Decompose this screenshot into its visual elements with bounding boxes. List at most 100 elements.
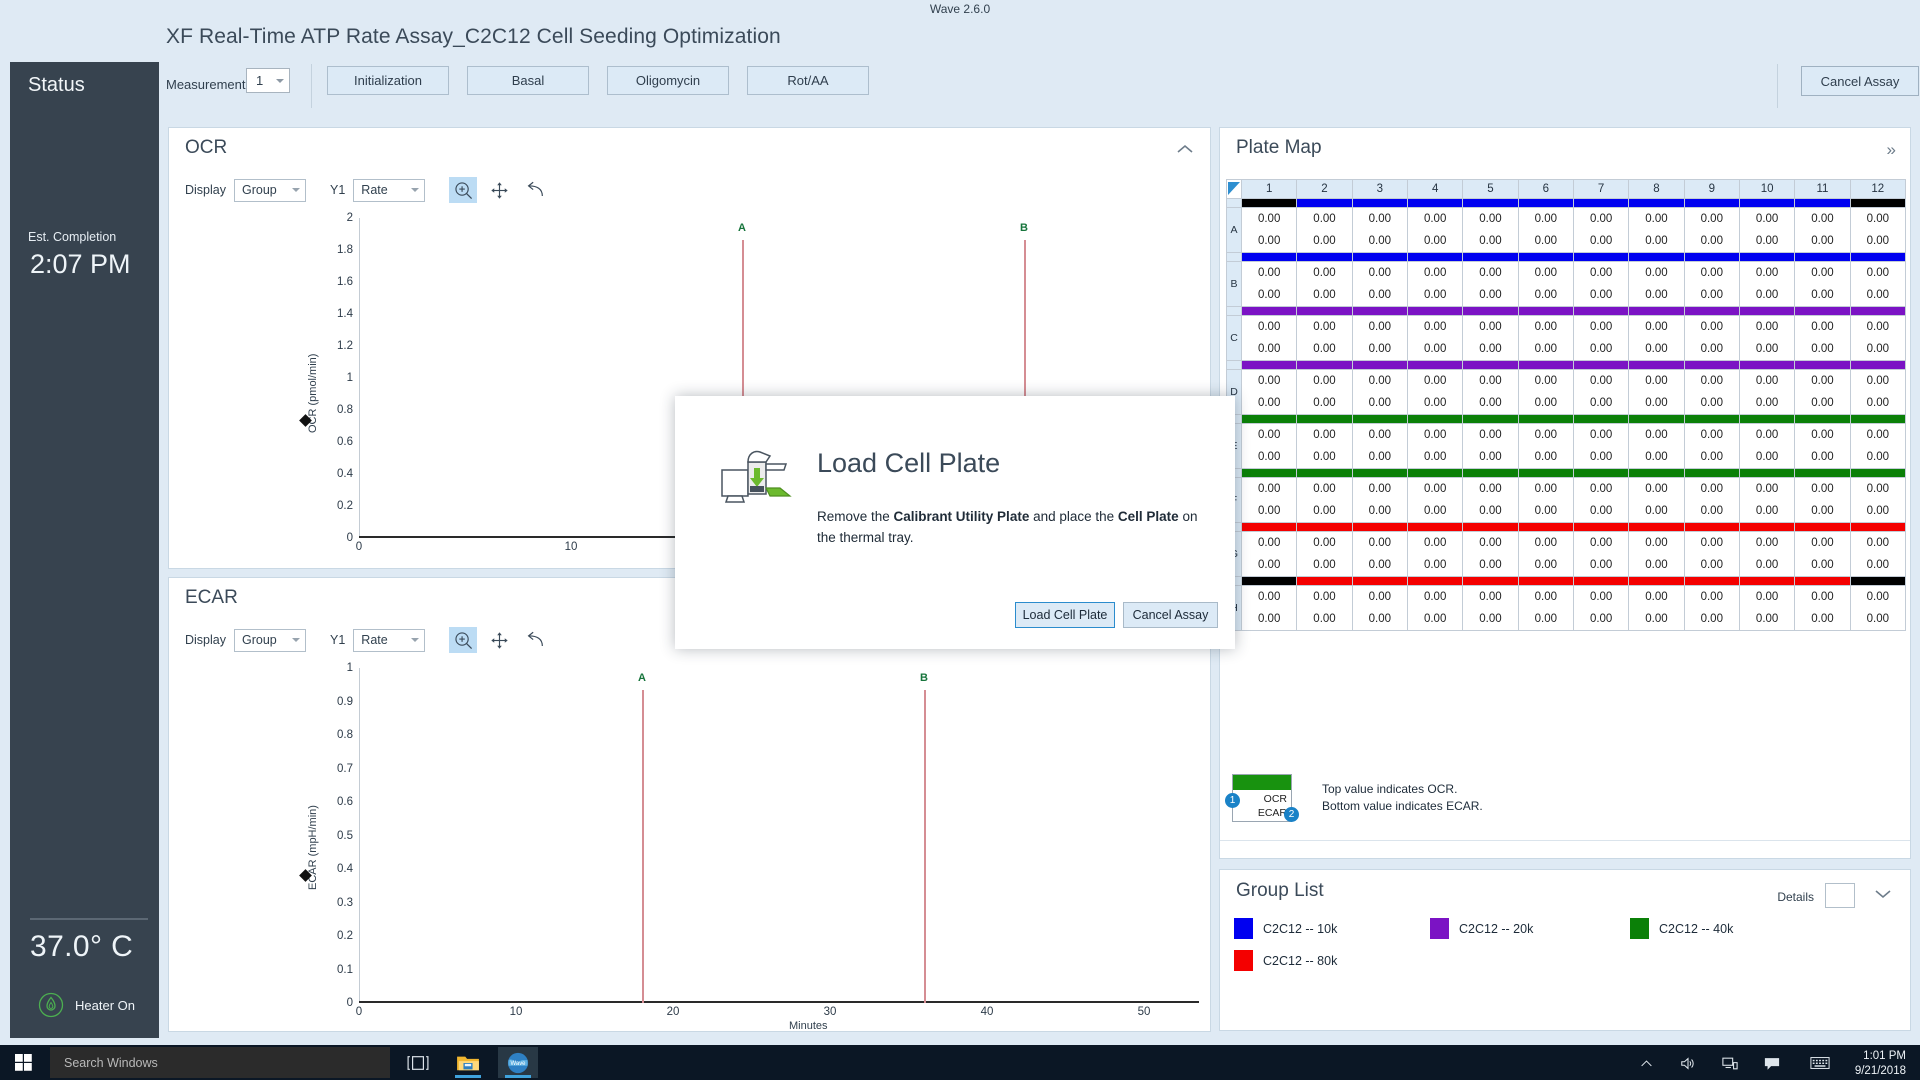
plate-map-well-ecar-value[interactable]: 0.00 (1240, 500, 1298, 523)
plate-map-well-band[interactable] (1738, 198, 1796, 208)
plate-map-well-band[interactable] (1738, 252, 1796, 262)
plate-map-well-ecar-value[interactable]: 0.00 (1462, 500, 1519, 523)
plate-map-well-band[interactable] (1794, 252, 1851, 262)
plate-map-well-ocr-value[interactable]: 0.00 (1572, 315, 1630, 338)
plate-map-well-ocr-value[interactable]: 0.00 (1572, 531, 1630, 554)
plate-map-well-ecar-value[interactable]: 0.00 (1849, 608, 1907, 631)
plate-map-well-band[interactable] (1517, 414, 1574, 424)
plate-map-well-ecar-value[interactable]: 0.00 (1517, 392, 1574, 415)
plate-map-well-band[interactable] (1794, 522, 1851, 532)
plate-map-well-ecar-value[interactable]: 0.00 (1517, 554, 1574, 577)
plate-map-well-ecar-value[interactable]: 0.00 (1296, 446, 1353, 469)
plate-map-well-band[interactable] (1794, 360, 1851, 370)
ocr-display-select[interactable]: Group (234, 178, 306, 202)
chevron-up-icon[interactable] (1174, 140, 1196, 160)
plate-map-well-ocr-value[interactable]: 0.00 (1406, 531, 1464, 554)
plate-map-well-ecar-value[interactable]: 0.00 (1794, 338, 1851, 361)
plate-map-well-ecar-value[interactable]: 0.00 (1240, 554, 1298, 577)
plate-map-well-ocr-value[interactable]: 0.00 (1462, 369, 1519, 392)
plate-map-well-ecar-value[interactable]: 0.00 (1738, 284, 1796, 307)
plate-map-well-band[interactable] (1738, 306, 1796, 316)
plate-map-well-ocr-value[interactable]: 0.00 (1462, 261, 1519, 284)
plate-map-well-ocr-value[interactable]: 0.00 (1240, 315, 1298, 338)
plate-map-well-band[interactable] (1517, 522, 1574, 532)
plate-map-well-band[interactable] (1517, 576, 1574, 586)
plate-map-well-ecar-value[interactable]: 0.00 (1738, 608, 1796, 631)
plate-map-well-band[interactable] (1406, 576, 1464, 586)
plate-map-well-band[interactable] (1683, 576, 1740, 586)
pan-icon[interactable] (485, 627, 513, 653)
plate-map-well-ocr-value[interactable]: 0.00 (1240, 369, 1298, 392)
plate-map-well-ocr-value[interactable]: 0.00 (1572, 207, 1630, 230)
plate-map-well-ecar-value[interactable]: 0.00 (1351, 500, 1408, 523)
plate-map-well-band[interactable] (1683, 198, 1740, 208)
plate-map-well-ecar-value[interactable]: 0.00 (1849, 446, 1907, 469)
plate-map-well-ecar-value[interactable]: 0.00 (1572, 608, 1630, 631)
plate-map-well-ocr-value[interactable]: 0.00 (1794, 477, 1851, 500)
pan-icon[interactable] (485, 177, 513, 203)
plate-map-well-ecar-value[interactable]: 0.00 (1296, 284, 1353, 307)
plate-map-well-band[interactable] (1628, 522, 1685, 532)
plate-map-well-ocr-value[interactable]: 0.00 (1849, 207, 1907, 230)
plate-map-well-ecar-value[interactable]: 0.00 (1572, 500, 1630, 523)
plate-map-well-ecar-value[interactable]: 0.00 (1296, 230, 1353, 253)
plate-map-well-ecar-value[interactable]: 0.00 (1406, 230, 1464, 253)
plate-map-well-ecar-value[interactable]: 0.00 (1794, 500, 1851, 523)
plate-map-well-ocr-value[interactable]: 0.00 (1628, 315, 1685, 338)
plate-map-well-ecar-value[interactable]: 0.00 (1683, 446, 1740, 469)
ecar-plot-area[interactable]: ECAR (mpH/min) Minutes 1 0.9 0.8 0.7 0.6… (299, 662, 1199, 1032)
plate-map-well-ocr-value[interactable]: 0.00 (1406, 315, 1464, 338)
plate-map-well-ecar-value[interactable]: 0.00 (1683, 608, 1740, 631)
chevron-down-icon[interactable] (1872, 883, 1894, 905)
plate-map-well-ecar-value[interactable]: 0.00 (1296, 392, 1353, 415)
plate-map-well-ecar-value[interactable]: 0.00 (1572, 284, 1630, 307)
dialog-cancel-assay-button[interactable]: Cancel Assay (1123, 602, 1218, 628)
plate-map-well-band[interactable] (1351, 468, 1408, 478)
plate-map-well-ocr-value[interactable]: 0.00 (1683, 585, 1740, 608)
plate-map-well-band[interactable] (1462, 252, 1519, 262)
plate-map-well-band[interactable] (1683, 468, 1740, 478)
plate-map-well-ecar-value[interactable]: 0.00 (1240, 338, 1298, 361)
plate-map-well-ocr-value[interactable]: 0.00 (1406, 477, 1464, 500)
plate-map-well-band[interactable] (1849, 360, 1907, 370)
plate-map-well-ocr-value[interactable]: 0.00 (1738, 315, 1796, 338)
plate-map-well-ecar-value[interactable]: 0.00 (1517, 284, 1574, 307)
plate-map-well-band[interactable] (1794, 198, 1851, 208)
plate-map-well-ecar-value[interactable]: 0.00 (1683, 500, 1740, 523)
plate-map-well-band[interactable] (1683, 252, 1740, 262)
plate-map-well-ecar-value[interactable]: 0.00 (1406, 608, 1464, 631)
plate-map-well-ocr-value[interactable]: 0.00 (1406, 585, 1464, 608)
reset-undo-icon[interactable] (521, 627, 549, 653)
plate-map-well-ocr-value[interactable]: 0.00 (1296, 369, 1353, 392)
ocr-y1-select[interactable]: Rate (353, 178, 426, 202)
plate-map-well-band[interactable] (1296, 468, 1353, 478)
plate-map-well-ocr-value[interactable]: 0.00 (1849, 261, 1907, 284)
plate-map-well-ocr-value[interactable]: 0.00 (1794, 207, 1851, 230)
plate-map-well-ocr-value[interactable]: 0.00 (1849, 585, 1907, 608)
plate-map-well-ocr-value[interactable]: 0.00 (1296, 207, 1353, 230)
plate-map-well-ecar-value[interactable]: 0.00 (1683, 338, 1740, 361)
plate-map-well-band[interactable] (1351, 306, 1408, 316)
plate-map-well-ecar-value[interactable]: 0.00 (1462, 230, 1519, 253)
plate-map-well-band[interactable] (1572, 522, 1630, 532)
plate-map-well-band[interactable] (1296, 252, 1353, 262)
plate-map-well-ocr-value[interactable]: 0.00 (1683, 423, 1740, 446)
plate-map-well-band[interactable] (1351, 252, 1408, 262)
plate-map-well-band[interactable] (1794, 576, 1851, 586)
plate-map-well-ecar-value[interactable]: 0.00 (1572, 446, 1630, 469)
plate-map-well-ecar-value[interactable]: 0.00 (1406, 446, 1464, 469)
plate-map-well-ocr-value[interactable]: 0.00 (1462, 477, 1519, 500)
plate-map-well-ecar-value[interactable]: 0.00 (1628, 338, 1685, 361)
plate-map-well-ecar-value[interactable]: 0.00 (1517, 338, 1574, 361)
plate-map-well-ocr-value[interactable]: 0.00 (1794, 531, 1851, 554)
plate-map-well-ocr-value[interactable]: 0.00 (1462, 423, 1519, 446)
plate-map-well-ecar-value[interactable]: 0.00 (1849, 500, 1907, 523)
phase-tab-basal[interactable]: Basal (467, 66, 589, 95)
plate-map-well-ecar-value[interactable]: 0.00 (1738, 338, 1796, 361)
plate-map-well-band[interactable] (1794, 306, 1851, 316)
plate-map-well-band[interactable] (1738, 576, 1796, 586)
plate-map-well-band[interactable] (1849, 468, 1907, 478)
plate-map-well-band[interactable] (1738, 468, 1796, 478)
plate-map-well-ecar-value[interactable]: 0.00 (1462, 338, 1519, 361)
plate-map-well-ecar-value[interactable]: 0.00 (1406, 500, 1464, 523)
